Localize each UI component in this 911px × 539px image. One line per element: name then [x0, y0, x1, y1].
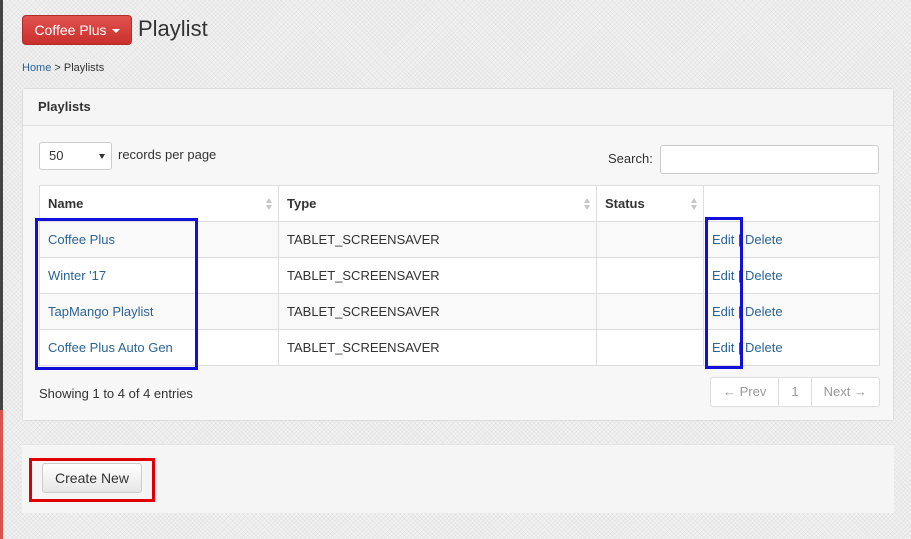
column-header-label: Status: [605, 196, 645, 211]
playlist-status: [596, 329, 704, 366]
playlist-status: [596, 257, 704, 294]
action-separator: |: [738, 268, 742, 283]
playlist-type: TABLET_SCREENSAVER: [278, 293, 597, 330]
column-header-status[interactable]: Status: [596, 185, 704, 222]
delete-link[interactable]: Delete: [745, 304, 783, 319]
column-header-type[interactable]: Type: [278, 185, 597, 222]
breadcrumb-separator: >: [51, 62, 64, 74]
playlist-type: TABLET_SCREENSAVER: [278, 329, 597, 366]
records-per-page-value: 50: [49, 148, 64, 163]
playlists-table: Name Type Status Coffee Plus TABLET_SCRE…: [39, 185, 880, 366]
table-info-text: Showing 1 to 4 of 4 entries: [39, 386, 193, 401]
column-header-name[interactable]: Name: [39, 185, 279, 222]
column-header-label: Type: [287, 196, 317, 211]
edit-link[interactable]: Edit: [712, 268, 734, 283]
table-row: Coffee Plus TABLET_SCREENSAVER Edit | De…: [39, 221, 880, 258]
panel-body: 50 records per page Search: Name Type St…: [23, 126, 893, 420]
playlist-name-link[interactable]: TapMango Playlist: [48, 304, 154, 319]
playlist-type: TABLET_SCREENSAVER: [278, 221, 597, 258]
action-separator: |: [738, 232, 742, 247]
delete-link[interactable]: Delete: [745, 232, 783, 247]
playlist-status: [596, 221, 704, 258]
records-per-page-label: records per page: [118, 147, 217, 162]
chevron-down-icon: [99, 154, 105, 159]
column-header-label: Name: [48, 196, 84, 211]
playlist-status: [596, 293, 704, 330]
search-label: Search:: [608, 151, 653, 166]
footer-panel: [22, 444, 894, 513]
edit-link[interactable]: Edit: [712, 232, 734, 247]
records-per-page-select[interactable]: 50: [39, 142, 112, 170]
action-separator: |: [738, 304, 742, 319]
column-header-actions: [703, 185, 880, 222]
sort-icon: [266, 198, 273, 210]
breadcrumb-home-link[interactable]: Home: [22, 62, 51, 74]
left-edge-bar: [0, 0, 3, 539]
pagination-next[interactable]: Next →: [810, 377, 880, 407]
sort-icon: [584, 198, 591, 210]
brand-dropdown-button[interactable]: Coffee Plus: [22, 15, 132, 45]
table-header-row: Name Type Status: [39, 185, 880, 222]
brand-button-label: Coffee Plus: [34, 22, 107, 38]
pagination-page[interactable]: 1: [778, 377, 812, 407]
edit-link[interactable]: Edit: [712, 340, 734, 355]
delete-link[interactable]: Delete: [745, 268, 783, 283]
playlist-name-link[interactable]: Coffee Plus: [48, 232, 115, 247]
action-separator: |: [738, 340, 742, 355]
page-title: Playlist: [138, 16, 208, 41]
sort-icon: [691, 198, 698, 210]
delete-link[interactable]: Delete: [745, 340, 783, 355]
create-new-button[interactable]: Create New: [42, 463, 142, 493]
table-row: Coffee Plus Auto Gen TABLET_SCREENSAVER …: [39, 329, 880, 366]
pagination: ← Prev 1 Next →: [710, 377, 880, 407]
playlist-name-link[interactable]: Winter '17: [48, 268, 106, 283]
table-row: Winter '17 TABLET_SCREENSAVER Edit | Del…: [39, 257, 880, 294]
playlist-type: TABLET_SCREENSAVER: [278, 257, 597, 294]
left-edge-accent: [0, 410, 3, 539]
breadcrumb: Home > Playlists: [22, 62, 104, 74]
table-row: TapMango Playlist TABLET_SCREENSAVER Edi…: [39, 293, 880, 330]
playlist-name-link[interactable]: Coffee Plus Auto Gen: [48, 340, 173, 355]
breadcrumb-current: Playlists: [63, 62, 105, 74]
pagination-prev[interactable]: ← Prev: [710, 377, 780, 407]
caret-down-icon: [111, 29, 120, 34]
playlists-panel: Playlists 50 records per page Search: Na…: [22, 88, 894, 421]
edit-link[interactable]: Edit: [712, 304, 734, 319]
search-input[interactable]: [660, 145, 879, 174]
panel-heading: Playlists: [23, 89, 893, 126]
